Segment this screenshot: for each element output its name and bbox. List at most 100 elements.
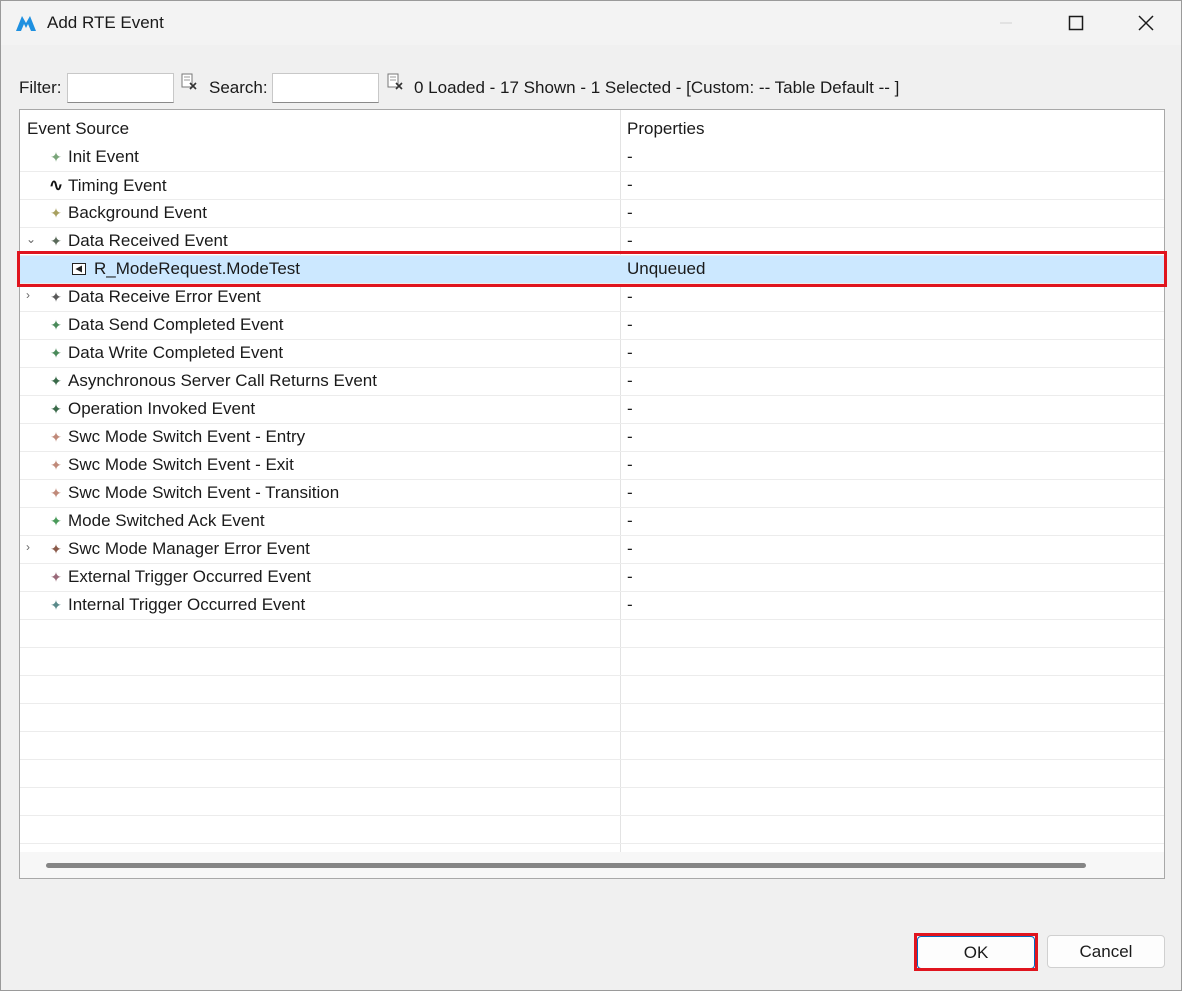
properties-cell: - xyxy=(627,483,633,502)
event-source-label: Data Write Completed Event xyxy=(68,343,284,362)
data-received-event-icon: ✦ xyxy=(50,232,62,249)
properties-cell: - xyxy=(627,539,633,558)
filter-toolbar: Filter: Search: 0 Loaded - 17 Shown - 1 … xyxy=(19,71,1169,105)
table-row[interactable]: › ✦ Swc Mode Manager Error Event - xyxy=(20,536,1164,564)
filter-input[interactable] xyxy=(67,73,174,103)
mode-switch-transition-event-icon: ✦ xyxy=(50,484,62,501)
column-header-properties[interactable]: Properties xyxy=(627,119,704,139)
event-source-label: Swc Mode Manager Error Event xyxy=(68,539,310,558)
minimize-button[interactable] xyxy=(971,1,1041,45)
table-row[interactable]: ✦ Swc Mode Switch Event - Transition - xyxy=(20,480,1164,508)
table-header: Event Source Properties xyxy=(20,110,1164,144)
event-source-cell: ✦ External Trigger Occurred Event xyxy=(48,567,311,587)
empty-table-row xyxy=(20,732,1164,760)
mode-switch-exit-event-icon: ✦ xyxy=(50,456,62,473)
table-row[interactable]: ✦ Init Event - xyxy=(20,144,1164,172)
empty-table-row xyxy=(20,788,1164,816)
empty-table-row xyxy=(20,816,1164,844)
expand-chevron-icon[interactable]: › xyxy=(26,288,38,306)
app-logo-icon xyxy=(16,16,36,31)
event-source-label: R_ModeRequest.ModeTest xyxy=(94,259,301,278)
mode-switched-ack-event-icon: ✦ xyxy=(50,512,62,529)
event-source-label: Background Event xyxy=(68,203,207,222)
async-server-call-returns-event-icon: ✦ xyxy=(50,372,62,389)
event-source-label: Timing Event xyxy=(68,175,167,195)
table-row[interactable]: ✦ Internal Trigger Occurred Event - xyxy=(20,592,1164,620)
cancel-button[interactable]: Cancel xyxy=(1047,935,1165,968)
mode-manager-error-event-icon: ✦ xyxy=(50,540,62,557)
empty-table-row xyxy=(20,704,1164,732)
properties-cell: - xyxy=(627,287,633,306)
event-source-cell: ✦ Background Event xyxy=(48,203,207,223)
event-source-label: Data Send Completed Event xyxy=(68,315,284,334)
search-label: Search: xyxy=(209,78,268,97)
table-row[interactable]: › ✦ Data Receive Error Event - xyxy=(20,284,1164,312)
search-input[interactable] xyxy=(272,73,379,103)
empty-table-row xyxy=(20,676,1164,704)
empty-table-row xyxy=(20,620,1164,648)
background-event-icon: ✦ xyxy=(50,204,62,221)
filter-label: Filter: xyxy=(19,78,62,97)
table-row[interactable]: ✦ Asynchronous Server Call Returns Event - xyxy=(20,368,1164,396)
event-source-cell: ✦ Data Receive Error Event xyxy=(48,287,261,307)
event-source-label: Mode Switched Ack Event xyxy=(68,511,265,530)
data-write-completed-event-icon: ✦ xyxy=(50,344,62,361)
properties-cell: - xyxy=(627,595,633,614)
event-source-cell: ✦ Operation Invoked Event xyxy=(48,399,255,419)
properties-cell: - xyxy=(627,567,633,586)
event-source-cell: ✦ Init Event xyxy=(48,147,139,167)
properties-cell: - xyxy=(627,175,633,194)
scrollbar-thumb[interactable] xyxy=(46,863,1086,868)
event-source-cell: ✦ Data Write Completed Event xyxy=(48,343,283,363)
event-source-label: Init Event xyxy=(68,147,139,166)
window-title: Add RTE Event xyxy=(47,13,164,32)
table-row[interactable]: ✦ Swc Mode Switch Event - Entry - xyxy=(20,424,1164,452)
minimize-icon xyxy=(1000,22,1012,24)
close-icon xyxy=(1138,15,1154,31)
data-receive-error-event-icon: ✦ xyxy=(50,288,62,305)
data-send-completed-event-icon: ✦ xyxy=(50,316,62,333)
event-source-cell: ✦ Swc Mode Manager Error Event xyxy=(48,539,310,559)
properties-cell: - xyxy=(627,147,633,166)
maximize-icon xyxy=(1068,15,1084,31)
external-trigger-event-icon: ✦ xyxy=(50,568,62,585)
table-row[interactable]: ✦ Operation Invoked Event - xyxy=(20,396,1164,424)
event-source-cell: R_ModeRequest.ModeTest xyxy=(72,259,300,279)
ok-button[interactable]: OK xyxy=(917,936,1035,969)
event-source-cell: ✦ Swc Mode Switch Event - Transition xyxy=(48,483,339,503)
column-header-event-source[interactable]: Event Source xyxy=(27,119,129,139)
event-source-label: Internal Trigger Occurred Event xyxy=(68,595,306,614)
table-row[interactable]: R_ModeRequest.ModeTest Unqueued xyxy=(20,256,1164,284)
event-source-cell: ✦ Internal Trigger Occurred Event xyxy=(48,595,305,615)
timing-event-icon: ∿ xyxy=(48,175,64,195)
table-row[interactable]: ✦ Mode Switched Ack Event - xyxy=(20,508,1164,536)
close-button[interactable] xyxy=(1111,1,1181,45)
collapse-chevron-icon[interactable]: ⌄ xyxy=(26,232,38,250)
table-row[interactable]: ✦ Swc Mode Switch Event - Exit - xyxy=(20,452,1164,480)
properties-cell: - xyxy=(627,511,633,530)
horizontal-scrollbar[interactable] xyxy=(20,852,1164,878)
table-row[interactable]: ✦ Data Send Completed Event - xyxy=(20,312,1164,340)
maximize-button[interactable] xyxy=(1041,1,1111,45)
properties-cell: - xyxy=(627,399,633,418)
status-summary: 0 Loaded - 17 Shown - 1 Selected - [Cust… xyxy=(414,78,900,97)
table-row[interactable]: ∿ Timing Event - xyxy=(20,172,1164,200)
table-row[interactable]: ⌄ ✦ Data Received Event - xyxy=(20,228,1164,256)
table-row[interactable]: ✦ Background Event - xyxy=(20,200,1164,228)
clear-search-icon[interactable] xyxy=(386,73,404,91)
title-bar[interactable]: Add RTE Event xyxy=(1,1,1181,45)
event-source-label: Asynchronous Server Call Returns Event xyxy=(68,371,377,390)
properties-cell: - xyxy=(627,371,633,390)
table-row[interactable]: ✦ External Trigger Occurred Event - xyxy=(20,564,1164,592)
expand-chevron-icon[interactable]: › xyxy=(26,540,38,558)
properties-cell: - xyxy=(627,231,633,250)
clear-filter-icon[interactable] xyxy=(180,73,198,91)
mode-switch-entry-event-icon: ✦ xyxy=(50,428,62,445)
receiver-port-icon xyxy=(72,263,86,275)
empty-table-row xyxy=(20,648,1164,676)
properties-cell: - xyxy=(627,343,633,362)
table-row[interactable]: ✦ Data Write Completed Event - xyxy=(20,340,1164,368)
init-event-icon: ✦ xyxy=(50,148,62,165)
event-source-label: Data Received Event xyxy=(68,231,228,250)
empty-table-row xyxy=(20,760,1164,788)
